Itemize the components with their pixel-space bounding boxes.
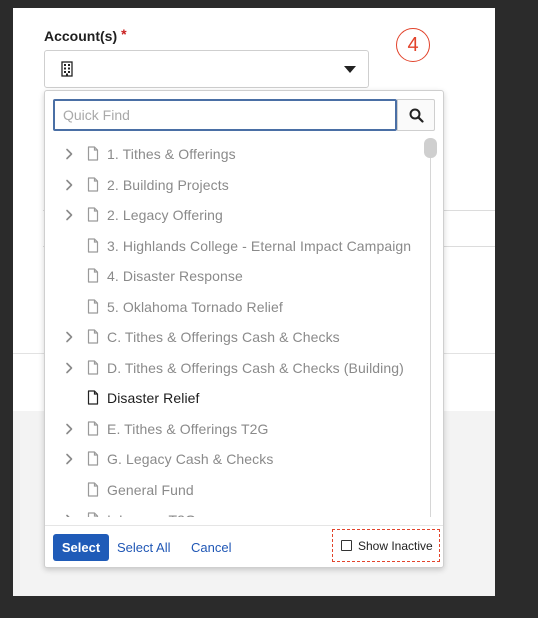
document-icon (87, 237, 99, 253)
document-icon (87, 420, 99, 436)
account-row-label: 2. Legacy Offering (107, 207, 223, 223)
document-icon (87, 329, 99, 344)
search-icon (409, 108, 424, 123)
scrollbar-track[interactable] (430, 139, 431, 517)
building-icon (61, 61, 73, 82)
account-row-label: Disaster Relief (107, 390, 200, 406)
document-icon (87, 481, 99, 497)
document-icon (87, 451, 99, 466)
account-row-label: 4. Disaster Response (107, 268, 243, 284)
account-row-label: C. Tithes & Offerings Cash & Checks (107, 329, 340, 345)
show-inactive-toggle[interactable]: Show Inactive (332, 529, 440, 562)
account-field-label: Account(s) * (44, 26, 127, 44)
document-icon (87, 207, 99, 222)
chevron-right-icon[interactable] (63, 209, 75, 221)
quick-find-input[interactable] (53, 99, 397, 131)
chevron-right-icon[interactable] (63, 423, 75, 435)
account-row-label: 5. Oklahoma Tornado Relief (107, 298, 283, 315)
account-row-label: 2. Building Projects (107, 176, 229, 193)
account-field-label-text: Account(s) (44, 28, 118, 44)
account-row-label: I. Legacy T2G (107, 512, 196, 517)
document-icon (87, 268, 99, 283)
account-row-label: G. Legacy Cash & Checks (107, 451, 274, 467)
show-inactive-label: Show Inactive (358, 538, 433, 553)
chevron-right-icon[interactable] (63, 514, 75, 517)
show-inactive-checkbox[interactable] (341, 540, 352, 551)
account-row[interactable]: C. Tithes & Offerings Cash & Checks (45, 325, 430, 349)
chevron-right-icon[interactable] (63, 179, 75, 191)
select-button[interactable]: Select (53, 534, 109, 561)
chevron-right-icon[interactable] (63, 148, 75, 160)
account-row[interactable]: I. Legacy T2G (45, 508, 430, 517)
chevron-right-icon[interactable] (63, 453, 75, 465)
account-row-label: E. Tithes & Offerings T2G (107, 420, 269, 437)
footer-divider (45, 525, 443, 526)
account-row[interactable]: General Fund (45, 478, 430, 502)
account-row-label: 3. Highlands College - Eternal Impact Ca… (107, 237, 412, 254)
scrollbar-thumb[interactable] (424, 138, 437, 158)
account-row[interactable]: 5. Oklahoma Tornado Relief (45, 295, 430, 319)
chevron-right-icon[interactable] (63, 362, 75, 374)
chevron-right-icon[interactable] (63, 331, 75, 343)
account-dropdown: 1. Tithes & Offerings 2. Building Project… (44, 90, 444, 568)
document-icon (87, 390, 99, 405)
account-select[interactable] (44, 50, 369, 88)
select-all-button[interactable]: Select All (117, 534, 170, 561)
account-row[interactable]: 1. Tithes & Offerings (45, 142, 430, 166)
account-tree: 1. Tithes & Offerings 2. Building Project… (45, 139, 430, 517)
chevron-down-icon[interactable] (344, 66, 356, 73)
account-row[interactable]: 2. Building Projects (45, 173, 430, 197)
account-row[interactable]: E. Tithes & Offerings T2G (45, 417, 430, 441)
account-row[interactable]: 4. Disaster Response (45, 264, 430, 288)
account-row[interactable]: Disaster Relief (45, 386, 430, 410)
account-row[interactable]: 3. Highlands College - Eternal Impact Ca… (45, 234, 430, 258)
account-row[interactable]: 2. Legacy Offering (45, 203, 430, 227)
step-badge: 4 (396, 28, 430, 62)
account-row[interactable]: D. Tithes & Offerings Cash & Checks (Bui… (45, 356, 430, 380)
document-icon (87, 176, 99, 192)
search-button[interactable] (397, 99, 435, 131)
cancel-button[interactable]: Cancel (191, 534, 231, 561)
account-row-label: D. Tithes & Offerings Cash & Checks (Bui… (107, 359, 404, 376)
account-row-label: 1. Tithes & Offerings (107, 146, 236, 162)
required-marker: * (121, 26, 127, 42)
document-icon (87, 146, 99, 161)
document-icon (87, 512, 99, 517)
document-icon (87, 359, 99, 375)
account-row-label: General Fund (107, 481, 194, 498)
account-row[interactable]: G. Legacy Cash & Checks (45, 447, 430, 471)
document-icon (87, 298, 99, 314)
